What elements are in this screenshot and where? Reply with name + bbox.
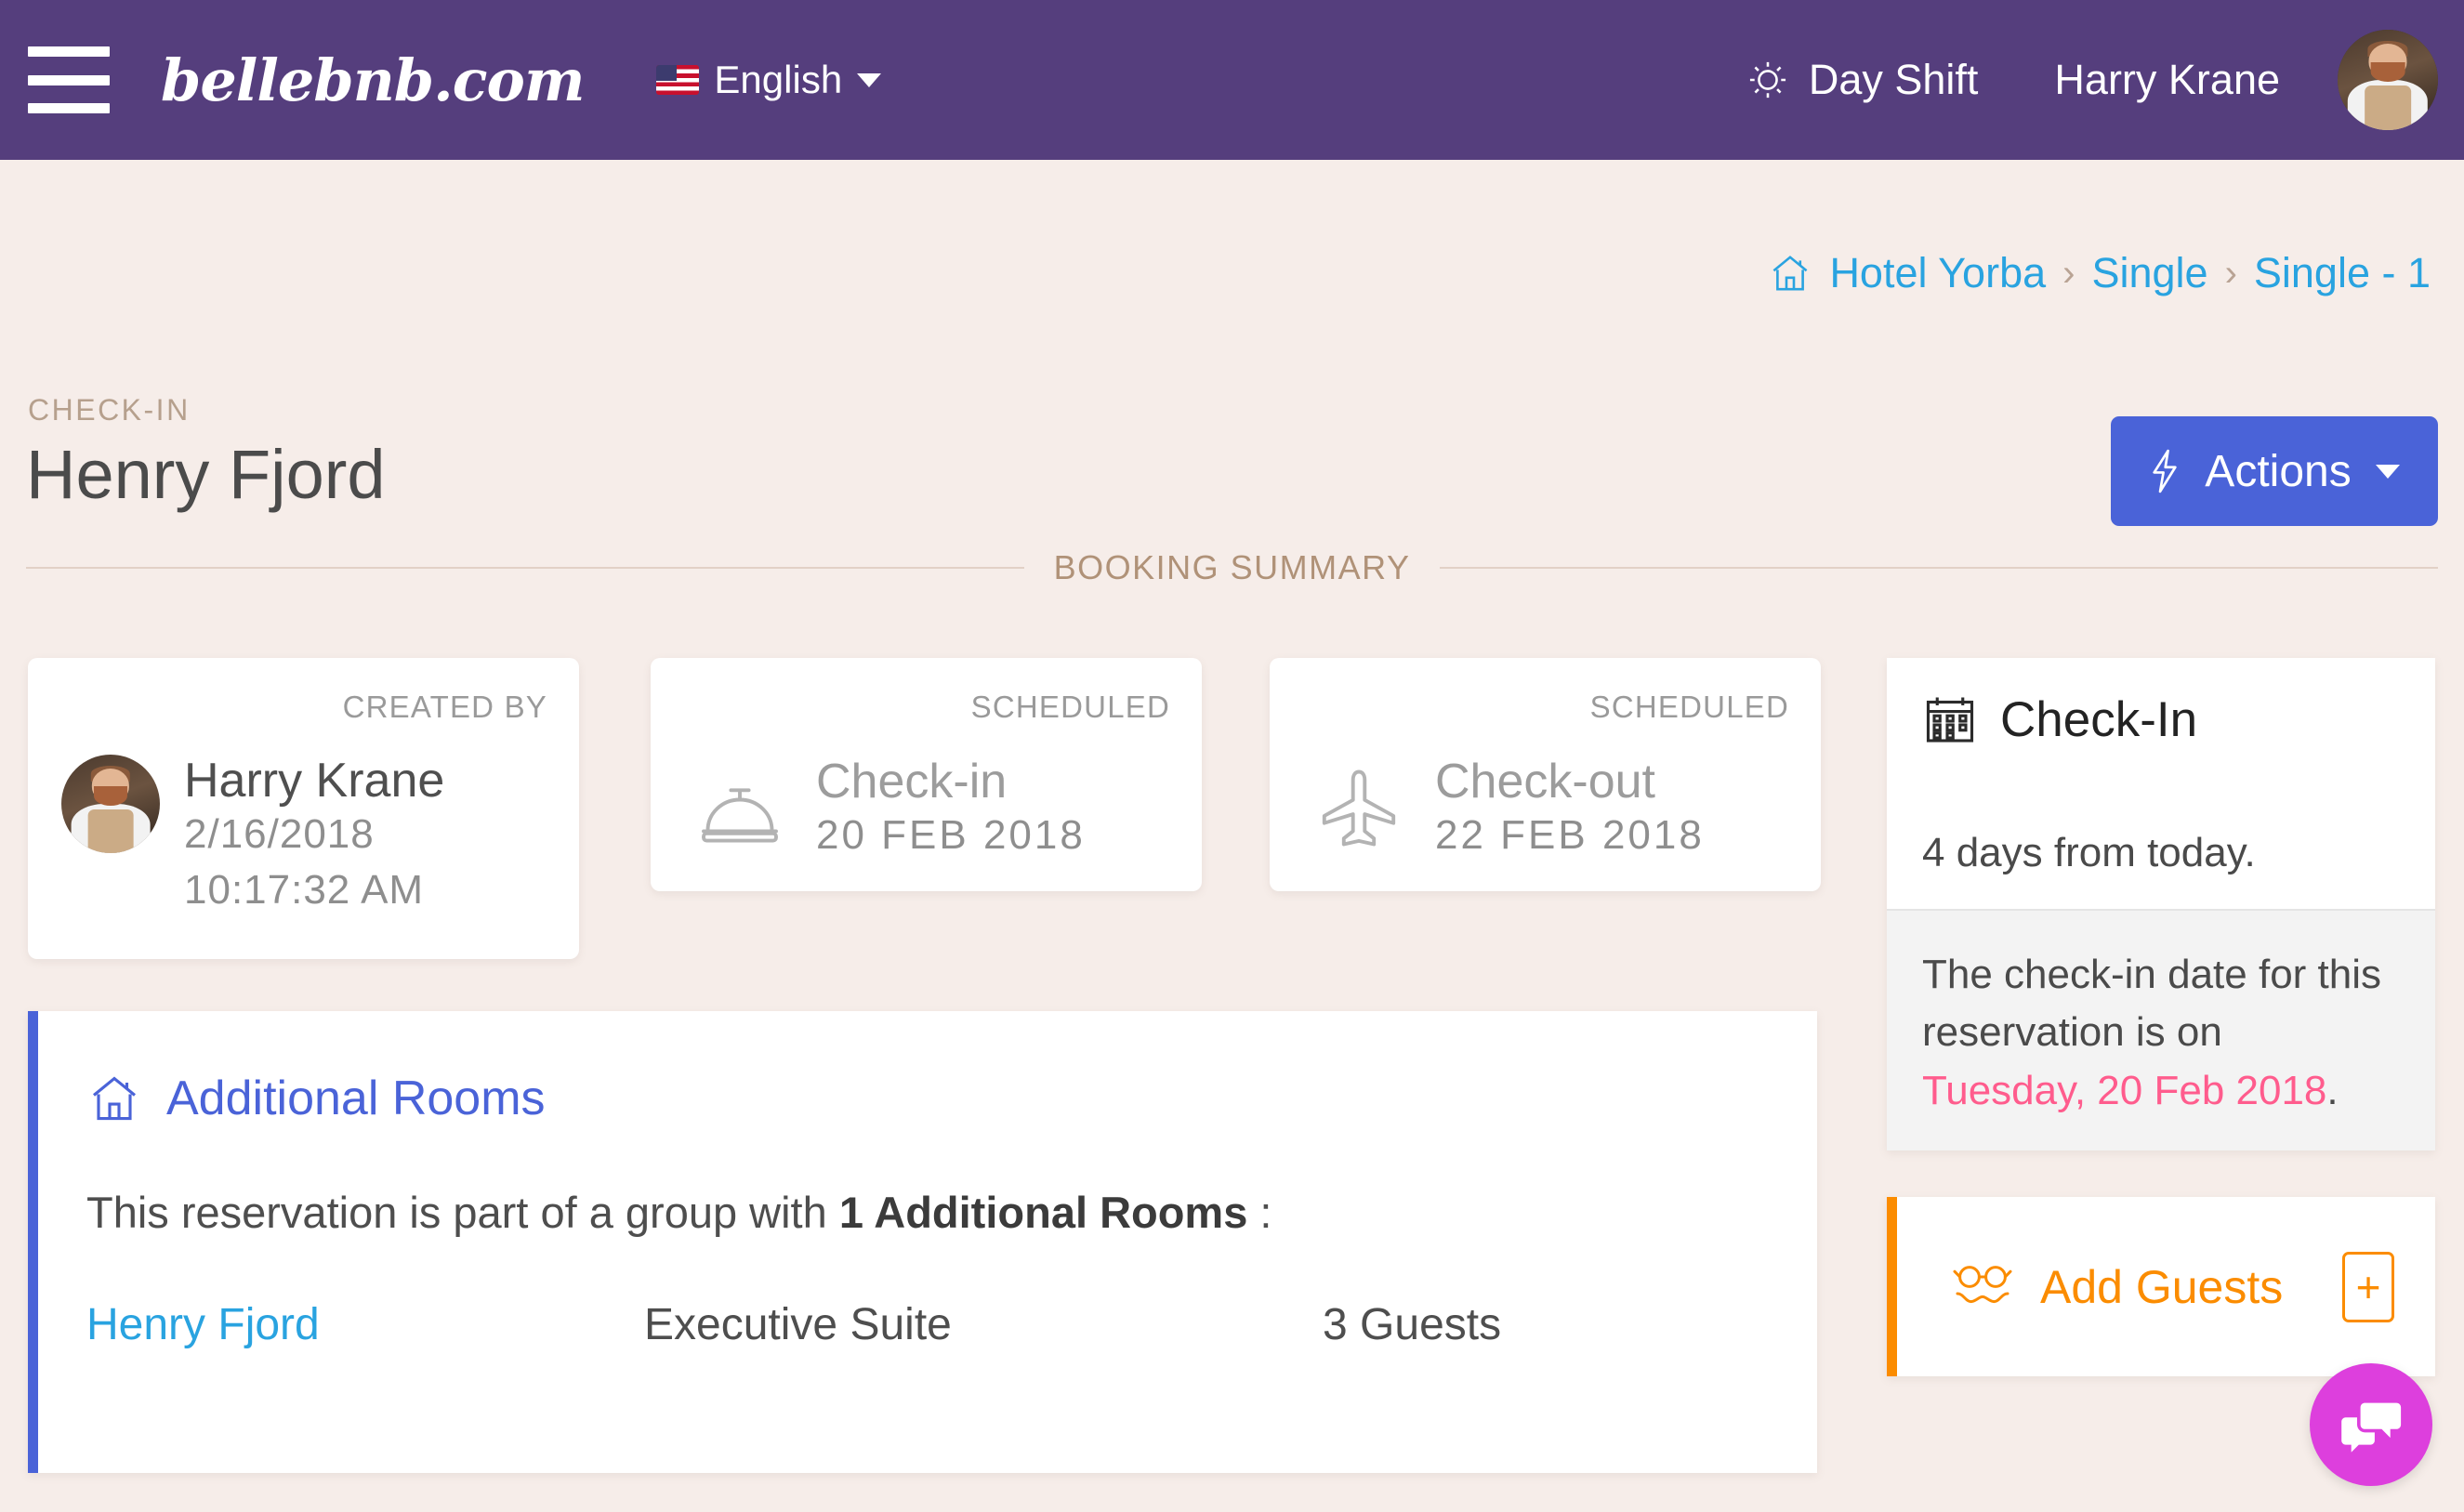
hamburger-menu-icon[interactable]	[28, 46, 110, 113]
checkin-card-text: Check-in 20 FEB 2018	[816, 756, 1086, 862]
created-by-time: 10:17:32 AM	[184, 866, 425, 913]
checkin-card-date: 20 FEB 2018	[816, 811, 1086, 858]
lightning-bolt-icon	[2153, 449, 2177, 493]
breadcrumb-item-0[interactable]: Hotel Yorba	[1829, 249, 2046, 297]
additional-room-guest-count: 3 Guests	[1323, 1300, 1502, 1349]
additional-rooms-heading: Additional Rooms	[166, 1072, 546, 1125]
created-by-name: Harry Krane	[184, 754, 445, 808]
additional-room-guest-link[interactable]: Henry Fjord	[86, 1299, 644, 1350]
breadcrumb: Hotel Yorba › Single › Single - 1	[1768, 249, 2431, 297]
additional-rooms-description-prefix: This reservation is part of a group with	[86, 1188, 839, 1237]
language-label: English	[714, 58, 843, 101]
table-row: Henry Fjord Executive Suite 3 Guests	[86, 1299, 1750, 1350]
scheduled-checkout-card: SCHEDULED Check-out 22 FEB 2018	[1270, 658, 1821, 891]
us-flag-icon	[656, 65, 700, 95]
booking-summary-label: BOOKING SUMMARY	[1053, 548, 1411, 586]
divider-line-left	[26, 567, 1024, 569]
checkout-card-text: Check-out 22 FEB 2018	[1435, 756, 1705, 862]
topbar-right-group: Day Shift Harry Krane	[1747, 30, 2438, 130]
page-title: Henry Fjord	[26, 436, 386, 513]
additional-rooms-header[interactable]: Additional Rooms	[86, 1071, 546, 1126]
actions-button-label: Actions	[2205, 446, 2352, 496]
avatar	[61, 755, 160, 853]
checkout-card-date: 22 FEB 2018	[1435, 811, 1705, 858]
additional-rooms-description-suffix: :	[1247, 1188, 1272, 1237]
glasses-mustache-icon	[1953, 1265, 2012, 1303]
checkin-panel-subtitle: 4 days from today.	[1922, 830, 2256, 875]
chat-bubbles-icon	[2341, 1402, 2402, 1453]
checkin-card-kicker: SCHEDULED	[970, 690, 1170, 724]
checkin-info-panel: Check-In 4 days from today. The check-in…	[1887, 658, 2435, 1150]
chevron-down-icon	[2375, 464, 2400, 479]
checkin-panel-header: Check-In	[1922, 691, 2197, 748]
checkout-card-kicker: SCHEDULED	[1589, 690, 1789, 724]
chevron-down-icon	[857, 72, 882, 87]
breadcrumb-separator: ›	[2224, 252, 2237, 294]
breadcrumb-item-2[interactable]: Single - 1	[2254, 249, 2431, 297]
avatar-apron	[2365, 85, 2411, 130]
checkin-note-prefix: The check-in date for this reservation i…	[1922, 952, 2382, 1056]
chat-widget-button[interactable]	[2310, 1363, 2432, 1486]
brand-logo[interactable]: bellebnb.com	[161, 46, 585, 114]
home-icon[interactable]	[1768, 251, 1812, 296]
user-name-label[interactable]: Harry Krane	[2054, 56, 2280, 104]
page-kicker: CHECK-IN	[28, 393, 191, 427]
avatar-beard	[2370, 61, 2405, 83]
add-guest-button[interactable]: +	[2342, 1251, 2394, 1322]
airplane-icon	[1322, 769, 1396, 847]
shift-label: Day Shift	[1808, 56, 1979, 103]
created-by-date: 2/16/2018	[184, 811, 375, 858]
checkin-panel-note: The check-in date for this reservation i…	[1887, 909, 2435, 1150]
service-bell-icon	[702, 788, 778, 843]
divider-line-right	[1440, 567, 2439, 569]
top-navigation-bar: bellebnb.com English Day Shift Harry Kra…	[0, 0, 2464, 160]
avatar[interactable]	[2338, 30, 2438, 130]
checkin-card-body: Check-in 20 FEB 2018	[695, 756, 1086, 862]
additional-room-type: Executive Suite	[644, 1300, 952, 1349]
sun-icon	[1749, 61, 1785, 99]
home-icon	[93, 1076, 136, 1121]
checkin-panel-title: Check-In	[2000, 692, 2198, 747]
created-by-body: Harry Krane 2/16/2018 10:17:32 AM	[61, 755, 444, 917]
add-guests-label: Add Guests	[2040, 1260, 2284, 1313]
add-guests-action[interactable]: Add Guests	[1949, 1260, 2283, 1314]
checkin-card-title: Check-in	[816, 755, 1008, 809]
breadcrumb-item-1[interactable]: Single	[2091, 249, 2207, 297]
language-selector[interactable]: English	[656, 58, 882, 102]
shift-selector[interactable]: Day Shift	[1747, 56, 1979, 104]
created-by-text: Harry Krane 2/16/2018 10:17:32 AM	[184, 755, 444, 917]
additional-rooms-count: 1 Additional Rooms	[838, 1188, 1248, 1237]
booking-summary-divider: BOOKING SUMMARY	[26, 548, 2439, 587]
scheduled-checkin-card: SCHEDULED Check-in 20 FEB 2018	[651, 658, 1202, 891]
avatar-apron	[87, 809, 134, 853]
actions-button[interactable]: Actions	[2111, 416, 2438, 526]
created-by-card: CREATED BY Harry Krane 2/16/2018 10:17:3…	[28, 658, 579, 959]
checkin-note-date: Tuesday, 20 Feb 2018	[1922, 1067, 2327, 1113]
created-by-kicker: CREATED BY	[342, 690, 547, 724]
checkin-note-suffix: .	[2326, 1067, 2339, 1113]
checkout-card-title: Check-out	[1435, 755, 1655, 809]
calendar-icon	[1926, 697, 1974, 743]
checkout-card-body: Check-out 22 FEB 2018	[1314, 756, 1705, 862]
add-guests-panel: Add Guests +	[1887, 1197, 2435, 1376]
breadcrumb-separator: ›	[2062, 252, 2075, 294]
additional-rooms-description: This reservation is part of a group with…	[86, 1187, 1272, 1238]
